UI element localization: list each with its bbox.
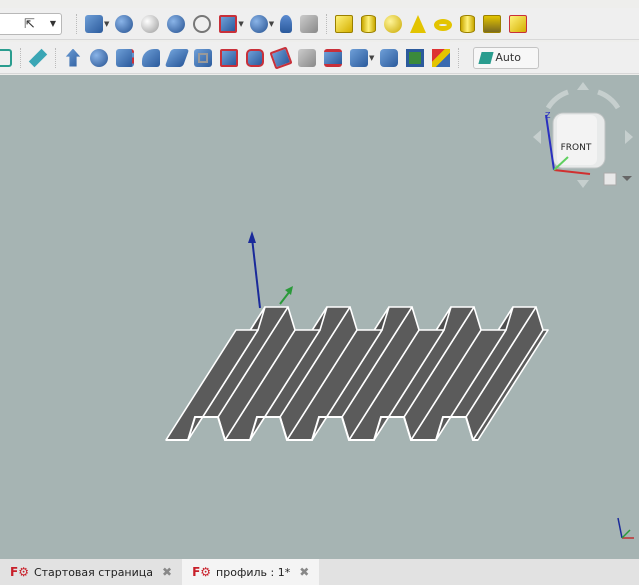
cube-front-label: FRONT bbox=[561, 143, 592, 153]
box-icon[interactable] bbox=[335, 14, 354, 33]
primitive-icon[interactable] bbox=[280, 14, 293, 33]
y-axis-line bbox=[279, 290, 291, 305]
sweep-icon[interactable] bbox=[269, 45, 293, 70]
make-face-icon[interactable] bbox=[194, 48, 212, 67]
arrow-left-icon bbox=[533, 130, 541, 144]
chevron-down-icon bbox=[622, 176, 632, 181]
tab-start-page[interactable]: F⚙ Стартовая страница ✖ bbox=[0, 559, 182, 585]
cone-icon[interactable] bbox=[410, 14, 427, 33]
sphere-icon[interactable] bbox=[384, 14, 403, 33]
view-menu-icon bbox=[603, 172, 617, 186]
navigation-cube[interactable]: FRONT Z bbox=[533, 82, 633, 188]
rotate-right-icon bbox=[597, 89, 621, 110]
cut-icon[interactable] bbox=[141, 14, 160, 33]
selection-combo[interactable]: ⇱ ▼ bbox=[0, 12, 62, 35]
wireframe-icon[interactable] bbox=[0, 48, 12, 67]
corner-axis-indicator bbox=[617, 517, 634, 539]
z-axis-arrow-icon bbox=[248, 231, 256, 243]
shape-builder-part-icon[interactable] bbox=[509, 14, 528, 33]
revolve-icon[interactable] bbox=[90, 48, 108, 67]
tab-profile[interactable]: F⚙ профиль : 1* ✖ bbox=[182, 559, 320, 585]
union-icon[interactable] bbox=[115, 14, 134, 33]
projection-icon[interactable] bbox=[406, 48, 425, 67]
z-axis-label: Z bbox=[545, 111, 551, 120]
primitives-icon[interactable] bbox=[483, 14, 502, 33]
auto-icon bbox=[478, 51, 494, 64]
3d-viewport[interactable]: FRONT Z bbox=[0, 75, 639, 559]
chevron-down-icon: ▼ bbox=[49, 18, 56, 28]
placement-axes bbox=[248, 231, 293, 309]
ruled-surface-icon[interactable] bbox=[220, 48, 238, 67]
freecad-icon: F⚙ bbox=[192, 565, 212, 579]
chamfer-icon[interactable] bbox=[164, 48, 190, 67]
measure-icon[interactable] bbox=[28, 48, 48, 67]
thickness-icon[interactable] bbox=[380, 48, 399, 67]
auto-button[interactable]: Auto bbox=[473, 46, 540, 69]
extrude-icon[interactable] bbox=[65, 48, 81, 67]
tab-label: Стартовая страница bbox=[33, 565, 154, 579]
arrow-down-icon bbox=[577, 180, 589, 188]
cross-sections-icon[interactable] bbox=[324, 48, 342, 67]
mirror-icon[interactable] bbox=[116, 48, 134, 67]
corrugated-profile-shape bbox=[165, 306, 549, 441]
shape-builder-icon[interactable] bbox=[300, 14, 319, 33]
cylinder-icon[interactable] bbox=[361, 14, 377, 33]
toolbar-row-1: ⇱ ▼ ▼ ▼ ▼ bbox=[0, 8, 639, 40]
loft-icon[interactable] bbox=[246, 48, 264, 67]
document-tabs: F⚙ Стартовая страница ✖ F⚙ профиль : 1* ✖ bbox=[0, 559, 639, 585]
boolean-icon[interactable] bbox=[249, 14, 268, 33]
fillet-icon[interactable] bbox=[142, 48, 160, 67]
cursor-icon: ⇱ bbox=[24, 16, 35, 32]
torus-icon[interactable] bbox=[434, 19, 453, 31]
tube-icon[interactable] bbox=[460, 14, 476, 33]
close-icon[interactable]: ✖ bbox=[299, 565, 309, 579]
toolbar-row-2: ▼ Auto bbox=[0, 42, 639, 74]
join-icon[interactable] bbox=[219, 14, 238, 33]
z-axis-line bbox=[251, 237, 261, 309]
close-icon[interactable]: ✖ bbox=[162, 565, 172, 579]
offset-icon[interactable] bbox=[350, 48, 368, 67]
tab-label: профиль : 1* bbox=[216, 565, 291, 579]
fuse-icon[interactable] bbox=[167, 14, 186, 33]
rotate-left-icon bbox=[545, 89, 569, 110]
auto-label: Auto bbox=[495, 51, 521, 64]
freecad-icon: F⚙ bbox=[10, 565, 29, 579]
section-icon[interactable] bbox=[298, 48, 316, 67]
color-per-face-icon[interactable] bbox=[432, 48, 451, 67]
arrow-up-icon bbox=[577, 82, 589, 90]
view-cube-icon[interactable] bbox=[85, 14, 103, 33]
arrow-right-icon bbox=[625, 130, 633, 144]
intersect-icon[interactable] bbox=[193, 14, 212, 33]
